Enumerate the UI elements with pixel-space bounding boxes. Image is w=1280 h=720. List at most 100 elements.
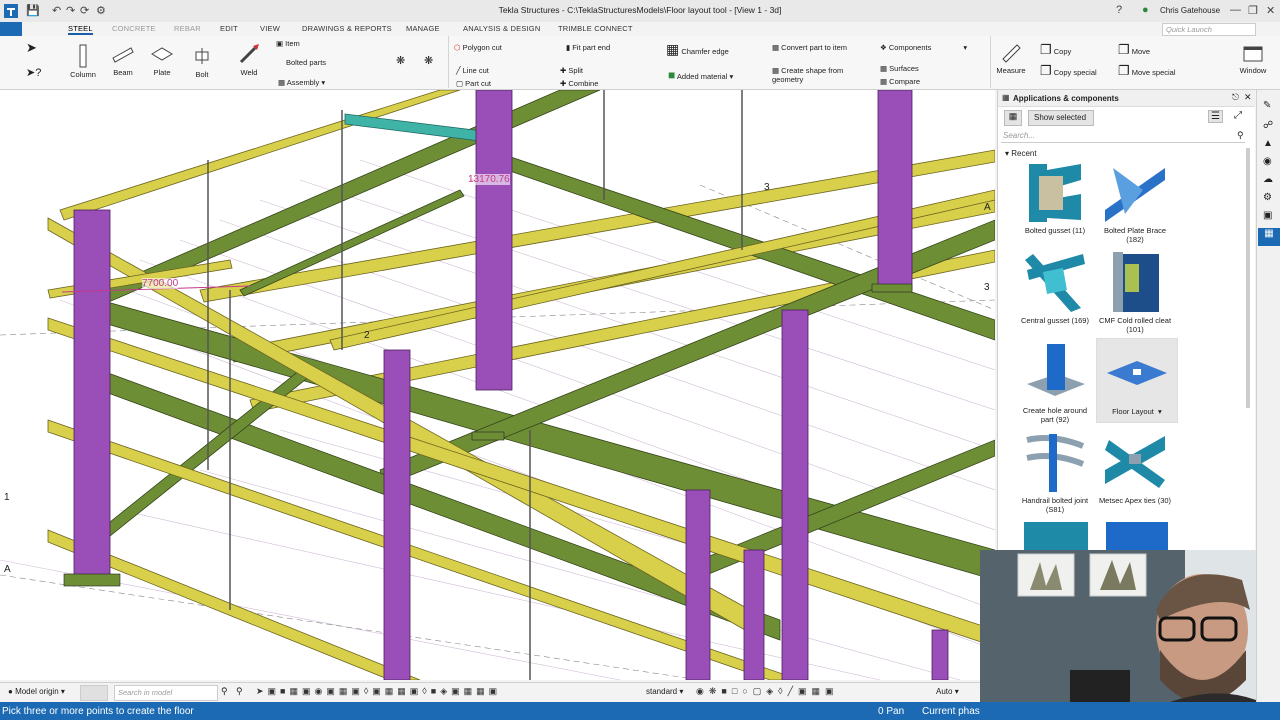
tab-edit[interactable]: EDIT xyxy=(220,24,238,33)
gear-icon[interactable]: ⚙ xyxy=(1263,192,1272,203)
connect-icon[interactable]: ☍ xyxy=(1263,120,1273,131)
ribbon-tabs: STEEL CONCRETE REBAR EDIT VIEW DRAWINGS … xyxy=(0,22,1280,36)
window-icon xyxy=(1243,46,1263,62)
model-origin-selector[interactable]: ● Model origin ▾ xyxy=(8,687,65,696)
search-input[interactable]: Search... ⚲ xyxy=(1001,130,1245,143)
component-bolted-plate-brace[interactable]: Bolted Plate Brace (182) xyxy=(1098,160,1172,244)
collapse-icon[interactable]: ⤢ xyxy=(1234,110,1242,121)
search-in-model-input[interactable]: Search in model xyxy=(114,685,218,701)
eye-icon[interactable]: ❋ xyxy=(396,54,405,67)
user-name[interactable]: Chris Gatehouse xyxy=(1160,6,1220,15)
user-icon[interactable]: ● xyxy=(1142,4,1149,16)
settings-icon[interactable]: ⚙ xyxy=(96,4,106,17)
list-view-icon[interactable]: ☰ xyxy=(1208,110,1223,123)
globe-icon[interactable]: ◉ xyxy=(1263,156,1272,167)
measure-button[interactable]: Measure xyxy=(994,42,1028,75)
standard-selector[interactable]: standard ▾ xyxy=(646,687,683,696)
status-phase[interactable]: Current phas xyxy=(922,706,980,717)
tab-manage[interactable]: MANAGE xyxy=(406,24,440,33)
components-button[interactable]: ❖ Components ▾ xyxy=(880,43,967,52)
copy-special-button[interactable]: ❐ Copy special xyxy=(1040,64,1097,77)
select-arrow-icon[interactable]: ➤ xyxy=(26,40,37,56)
polygon-cut-button[interactable]: ⬡ Polygon cut xyxy=(454,43,502,52)
component-bolted-gusset[interactable]: Bolted gusset (11) xyxy=(1018,160,1092,235)
part-cut-button[interactable]: ▢ Part cut xyxy=(456,79,491,88)
line-cut-button[interactable]: ╱ Line cut xyxy=(456,66,489,75)
applications-components-panel: ▦ Applications & components ⎋ ✕ ▦ Show s… xyxy=(997,90,1255,550)
cube-icon[interactable]: ▣ xyxy=(1263,210,1272,221)
quick-launch-input[interactable]: Quick Launch xyxy=(1162,23,1256,36)
item-button[interactable]: ▣ Item xyxy=(276,39,300,48)
tab-view[interactable]: VIEW xyxy=(260,24,280,33)
tab-steel[interactable]: STEEL xyxy=(68,24,93,35)
convert-part-button[interactable]: ▦ Convert part to item xyxy=(772,43,847,52)
restore-button[interactable]: ❐ xyxy=(1248,4,1258,17)
grid-view-icon[interactable]: ▦ xyxy=(1004,110,1022,126)
tab-trimble-connect[interactable]: TRIMBLE CONNECT xyxy=(558,24,633,33)
weld-button[interactable]: Weld xyxy=(232,42,266,77)
show-selected-button[interactable]: Show selected xyxy=(1028,110,1094,126)
plate-button[interactable]: Plate xyxy=(146,44,178,77)
tab-rebar[interactable]: REBAR xyxy=(174,24,201,33)
snap-question-icon[interactable]: ➤? xyxy=(26,66,41,79)
bolt-button[interactable]: Bolt xyxy=(186,44,218,79)
compare-button[interactable]: ▦ Compare xyxy=(880,77,920,86)
component-central-gusset[interactable]: Central gusset (169) xyxy=(1018,250,1092,325)
search-icon[interactable]: ⚲ xyxy=(1237,130,1244,141)
ribbon: ➤ ➤? Column Beam Plate Bolt Weld ▣ Item … xyxy=(0,36,1280,90)
assembly-button[interactable]: ▦ Assembly ▾ xyxy=(278,78,325,87)
window-button[interactable]: Window xyxy=(1234,44,1272,75)
component-handrail-bolted-joint[interactable]: Handrail bolted joint (S81) xyxy=(1018,430,1092,514)
added-material-button[interactable]: ■ Added material ▾ xyxy=(668,68,733,82)
cloud-icon[interactable]: ☁ xyxy=(1263,174,1273,185)
component-thumb-partial-2[interactable] xyxy=(1106,522,1168,550)
panel-close-icon[interactable]: ✕ xyxy=(1244,92,1252,103)
education-icon[interactable]: ▲ xyxy=(1263,138,1273,149)
component-metsec-apex-ties[interactable]: Metsec Apex ties (30) xyxy=(1098,430,1172,505)
column-button[interactable]: Column xyxy=(66,44,100,79)
toggle-buttons[interactable] xyxy=(80,685,108,701)
close-button[interactable]: ✕ xyxy=(1266,4,1275,17)
floor-layout-icon xyxy=(1107,361,1167,385)
right-side-toolbar: ✎ ☍ ▲ ◉ ☁ ⚙ ▣ ▦ xyxy=(1256,90,1280,702)
copy-button[interactable]: ❐ Copy xyxy=(1040,42,1071,58)
fit-part-end-button[interactable]: ▮ Fit part end xyxy=(566,43,610,52)
chamfer-edge-button[interactable]: ▦ Chamfer edge xyxy=(666,41,729,58)
redo-icon[interactable]: ↷ xyxy=(66,4,75,17)
component-create-hole[interactable]: Create hole around part (92) xyxy=(1018,340,1092,424)
tab-drawings-reports[interactable]: DRAWINGS & REPORTS xyxy=(302,24,392,33)
create-shape-button[interactable]: ▦ Create shape from geometry xyxy=(772,66,868,84)
help-icon[interactable]: ? xyxy=(1116,4,1122,16)
combine-button[interactable]: ✚ Combine xyxy=(560,79,598,88)
dimension-label-length: 13170.76 xyxy=(468,174,510,185)
eye-hidden-icon[interactable]: ❋ xyxy=(424,54,433,67)
panel-pin-icon[interactable]: ⎋ xyxy=(1232,92,1239,103)
minimize-button[interactable]: — xyxy=(1230,4,1241,16)
component-thumb-partial-1[interactable] xyxy=(1024,522,1088,550)
bolted-parts-button[interactable]: Bolted parts xyxy=(286,58,326,67)
undo-icon[interactable]: ↶ xyxy=(52,4,61,17)
grid-label-3-right: 3 xyxy=(984,282,990,293)
grid-label-3-top: 3 xyxy=(764,182,770,193)
component-floor-layout[interactable]: Floor Layout ▾ xyxy=(1096,338,1178,423)
zoom-icon[interactable]: ⚲ xyxy=(236,686,243,697)
move-button[interactable]: ❐ Move xyxy=(1118,42,1150,58)
tab-analysis-design[interactable]: ANALYSIS & DESIGN xyxy=(463,24,540,33)
selection-switches[interactable]: ➤▣■▦▣◉▣▦▣◊▣▦▦▣◊■◈▣▦▦▣ xyxy=(256,686,501,697)
refresh-icon[interactable]: ⟳ xyxy=(80,4,89,17)
move-special-button[interactable]: ❐ Move special xyxy=(1118,64,1176,77)
model-viewport[interactable]: 7700.00 13170.76 1 2 3 3 A A xyxy=(0,90,995,680)
auto-selector[interactable]: Auto ▾ xyxy=(936,687,959,696)
tab-concrete[interactable]: CONCRETE xyxy=(112,24,156,33)
snap-switches[interactable]: ◉❋■□○▢◈◊╱▣▦▣ xyxy=(696,686,839,697)
webcam-image xyxy=(980,550,1256,720)
split-button[interactable]: ✚ Split xyxy=(560,66,583,75)
surfaces-button[interactable]: ▦ Surfaces xyxy=(880,64,919,73)
search-icon[interactable]: ⚲ xyxy=(221,686,228,697)
component-cmf-cold-rolled-cleat[interactable]: CMF Cold rolled cleat (101) xyxy=(1098,250,1172,334)
beam-button[interactable]: Beam xyxy=(106,44,140,77)
recent-group-toggle[interactable]: ▾ Recent xyxy=(1005,149,1037,158)
applications-components-icon[interactable]: ▦ xyxy=(1258,228,1280,246)
save-icon[interactable]: 💾 xyxy=(26,4,40,17)
property-icon[interactable]: ✎ xyxy=(1263,100,1271,111)
